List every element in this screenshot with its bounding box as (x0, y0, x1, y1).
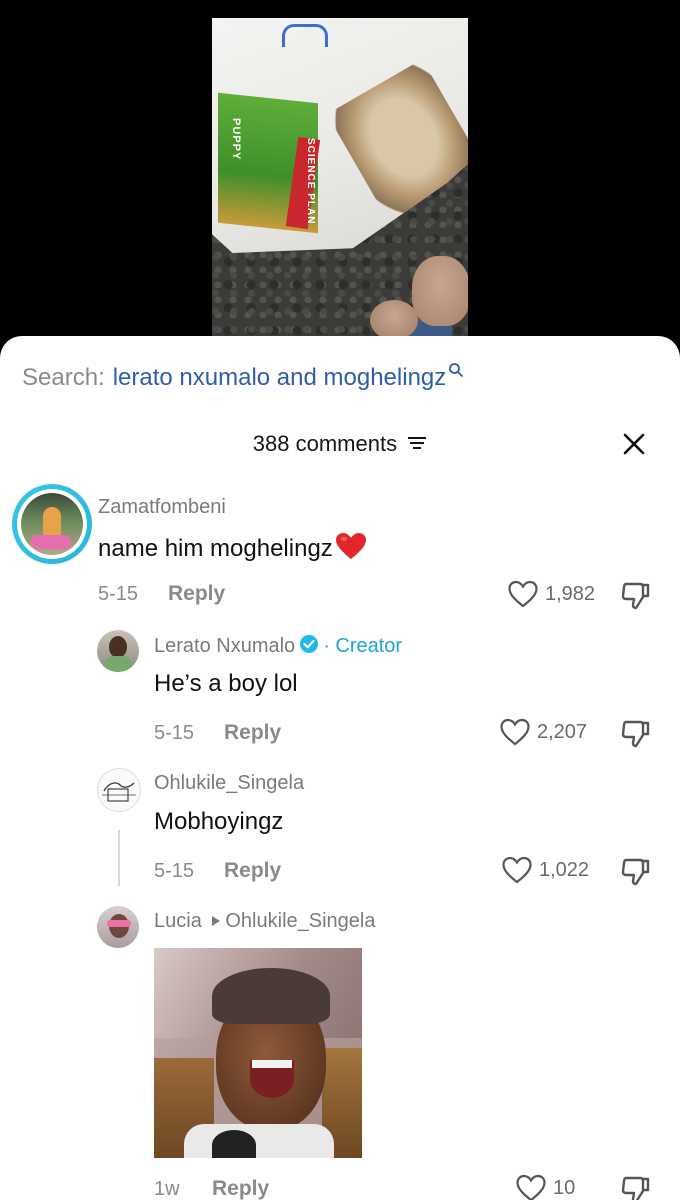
dislike-icon[interactable] (620, 580, 652, 617)
comment-username[interactable]: Ohlukile_Singela (154, 772, 304, 795)
reply-button[interactable]: Reply (212, 1177, 269, 1200)
bag-text: PUPPY (230, 118, 242, 161)
comment-date: 5-15 (154, 860, 195, 882)
heart-icon (508, 580, 538, 608)
creator-name[interactable]: Lerato Nxumalo (154, 635, 295, 657)
comment-username: Lerato Nxumalo · Creator (154, 634, 402, 660)
reply-arrow-icon (211, 910, 221, 933)
reply-button[interactable]: Reply (224, 721, 281, 745)
close-icon[interactable] (622, 432, 646, 456)
like-button[interactable]: 1,982 (507, 580, 595, 608)
comment-username[interactable]: Zamatfombeni (98, 496, 226, 519)
video-player[interactable]: PUPPY SCIENCE PLAN (212, 18, 468, 340)
like-count: 2,207 (537, 720, 588, 743)
bag-brand: SCIENCE PLAN (305, 138, 316, 225)
reply-author[interactable]: Lucia (154, 910, 202, 932)
bag-handle (282, 24, 328, 47)
comment-text: Mobhoyingz (154, 808, 284, 835)
creator-label: · Creator (323, 635, 403, 657)
comment-date: 5-15 (154, 722, 195, 744)
search-query[interactable]: lerato nxumalo and moghelingz (113, 364, 447, 392)
search-suggestion[interactable]: Search: lerato nxumalo and moghelingz (22, 362, 464, 392)
gif-attachment[interactable] (154, 948, 362, 1158)
comments-header: 388 comments (0, 431, 680, 458)
avatar[interactable] (97, 906, 139, 948)
comment-count: 388 comments (252, 431, 398, 456)
comment-username: Lucia Ohlukile_Singela (154, 910, 375, 933)
cap (212, 968, 330, 1024)
comment-date: 1w (154, 1178, 180, 1200)
search-label: Search: (22, 364, 105, 391)
reply-button[interactable]: Reply (168, 582, 225, 606)
heart-emoji-icon (335, 532, 367, 567)
like-button[interactable]: 10 (515, 1174, 575, 1200)
thread-line (118, 830, 120, 886)
like-count: 1,022 (539, 858, 590, 881)
comment-text: He’s a boy lol (154, 670, 298, 697)
comments-sheet: Search: lerato nxumalo and moghelingz 38… (0, 336, 680, 1200)
comment-text: name him moghelingz (98, 532, 367, 567)
like-count: 10 (553, 1176, 576, 1199)
heart-icon (502, 856, 532, 884)
dislike-icon[interactable] (620, 718, 652, 755)
slipper-toe (370, 300, 418, 340)
avatar[interactable] (97, 768, 141, 812)
like-count: 1,982 (545, 582, 596, 605)
comment-text-body: name him moghelingz (98, 535, 333, 562)
filter-icon[interactable] (407, 432, 427, 458)
avatar[interactable] (12, 484, 92, 564)
avatar[interactable] (97, 630, 139, 672)
heart-icon (500, 718, 530, 746)
verified-badge-icon (299, 634, 319, 660)
heart-icon (516, 1174, 546, 1200)
reply-button[interactable]: Reply (224, 859, 281, 883)
reply-to-user[interactable]: Ohlukile_Singela (225, 910, 375, 932)
comment-date: 5-15 (98, 583, 139, 605)
search-icon (448, 362, 464, 382)
microphone (212, 1130, 256, 1158)
dislike-icon[interactable] (620, 856, 652, 893)
dislike-icon[interactable] (620, 1174, 652, 1200)
like-button[interactable]: 2,207 (499, 718, 587, 746)
slipper (412, 256, 468, 326)
like-button[interactable]: 1,022 (501, 856, 589, 884)
